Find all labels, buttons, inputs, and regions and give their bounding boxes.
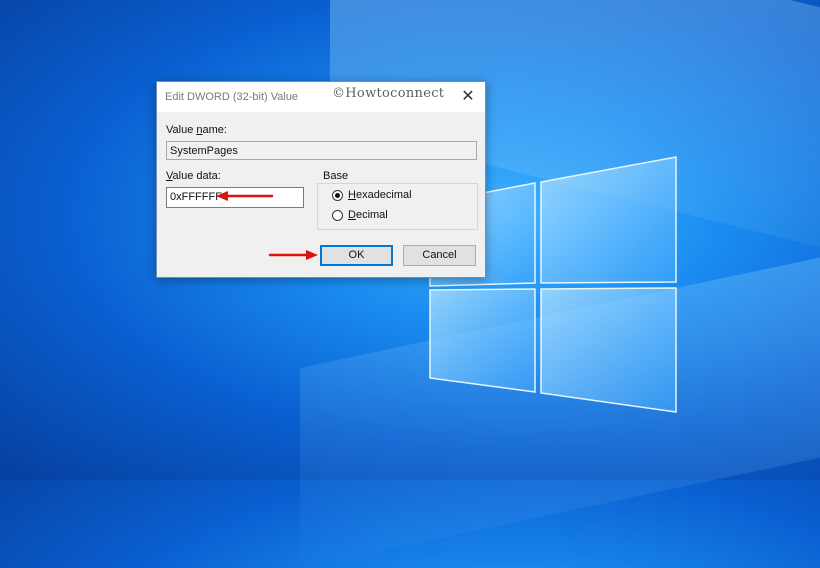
- dialog-title: Edit DWORD (32-bit) Value: [165, 91, 299, 103]
- radio-decimal-label[interactable]: Decimal: [348, 209, 388, 221]
- ok-button[interactable]: OK: [320, 245, 393, 266]
- radio-decimal[interactable]: [332, 210, 343, 221]
- watermark: ©Howtoconnect: [332, 86, 445, 101]
- value-name-label: Value name:: [166, 124, 227, 136]
- arrow-icon: [216, 191, 274, 201]
- title-bar[interactable]: Edit DWORD (32-bit) Value ©Howtoconnect …: [157, 82, 485, 112]
- value-name-field[interactable]: SystemPages: [166, 141, 477, 160]
- radio-hexadecimal[interactable]: [332, 190, 343, 201]
- edit-dword-dialog: Edit DWORD (32-bit) Value ©Howtoconnect …: [156, 81, 486, 278]
- value-data-label: Value data:: [166, 170, 221, 182]
- base-group-title: Base: [321, 170, 351, 182]
- arrow-icon: [268, 250, 318, 260]
- close-icon[interactable]: ✕: [457, 86, 479, 108]
- cancel-button[interactable]: Cancel: [403, 245, 476, 266]
- radio-hexadecimal-label[interactable]: Hexadecimal: [348, 189, 412, 201]
